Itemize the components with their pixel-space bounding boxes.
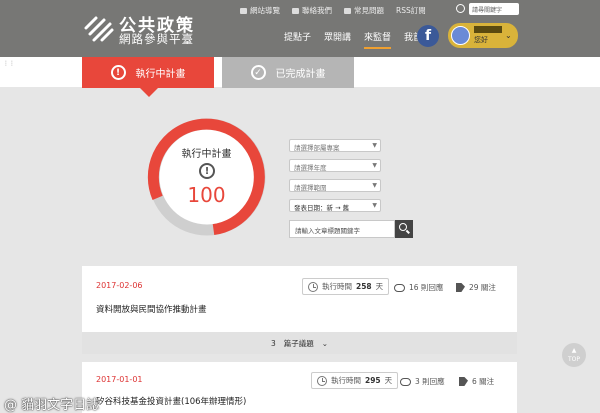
reply-count: 16 則回應 [394,282,443,293]
project-card[interactable]: 2017-02-06 執行時間 258 天 16 則回應 29 關注 資料開放與… [82,266,517,354]
tab-active-projects[interactable]: ! 執行中計畫 [82,57,214,97]
main-nav: 提點子 眾開講 來監督 我首長 [284,30,431,49]
project-title[interactable]: 矽谷科技基金投資計畫(106年辦理情形) [96,395,246,407]
project-card[interactable]: 2017-01-01 執行時間 295 天 3 則回應 6 關注 矽谷科技基金投… [82,362,517,413]
site-logo-icon[interactable] [82,10,116,44]
alert-icon: ! [199,163,215,179]
user-name-redacted [474,26,502,33]
mail-icon [292,7,299,14]
drag-handle-icon: ⋮⋮ [3,60,15,67]
history-icon [317,375,327,386]
sort-select[interactable]: 發表日期：新 → 舊 ▼ [289,199,381,212]
caret-down-icon: ▼ [372,202,377,209]
follow-count[interactable]: 6 關注 [459,376,494,387]
tag-icon [459,377,468,386]
comment-icon [400,377,411,386]
chevron-down-icon: ⌄ [321,338,329,348]
top-link-contact[interactable]: 聯絡我們 [292,5,332,16]
brand-subtitle[interactable]: 網路參與平臺 [119,31,194,47]
tab-active-label: 執行中計畫 [135,69,186,80]
top-link-rss[interactable]: RSS訂閱 [396,5,426,16]
reply-count: 3 則回應 [400,376,445,387]
active-project-count: 100 [187,183,226,207]
search-button[interactable] [395,220,413,238]
arrow-up-icon: ▲ [571,347,577,354]
check-icon: ✓ [250,65,266,80]
facebook-icon[interactable]: f [417,25,439,47]
back-to-top-button[interactable]: ▲ TOP [562,343,586,367]
tab-completed-label: 已完成計畫 [275,69,326,80]
nav-supervise[interactable]: 來監督 [364,30,392,49]
avatar [451,26,470,45]
sub-topics-toggle[interactable]: 3 篇子議題 ⌄ [82,332,517,354]
tab-completed-projects[interactable]: ✓ 已完成計畫 [222,57,354,88]
header-search: 請尋關鍵字 [456,3,519,15]
project-date: 2017-02-06 [96,281,143,290]
comment-icon [394,283,405,292]
project-date: 2017-01-01 [96,375,143,384]
donut-title: 執行中計畫 [181,149,232,160]
project-title[interactable]: 資料開放與民間協作推動計畫 [96,303,207,315]
nav-propose[interactable]: 提點子 [284,30,311,49]
top-links: 網站導覽 聯絡我們 常見問題 RSS訂閱 [240,5,426,16]
caret-down-icon: ▼ [372,182,377,189]
search-icon[interactable] [456,4,465,13]
alert-icon: ! [110,65,126,80]
top-link-faq[interactable]: 常見問題 [344,5,384,16]
duration-badge: 執行時間 258 天 [302,278,390,295]
sitemap-icon [240,7,247,14]
duration-badge: 執行時間 295 天 [311,372,399,389]
year-select[interactable]: 請選擇年度 ▼ [289,159,381,172]
nav-discuss[interactable]: 眾開講 [324,30,351,49]
user-menu[interactable]: 您好 ⌄ [448,23,518,48]
top-link-sitemap[interactable]: 網站導覽 [240,5,280,16]
site-header: 公共政策 網路參與平臺 網站導覽 聯絡我們 常見問題 RSS訂閱 請尋關鍵字 提… [0,0,600,57]
follow-count[interactable]: 29 關注 [456,282,496,293]
category-select[interactable]: 請選擇範圍 ▼ [289,179,381,192]
chevron-down-icon: ⌄ [505,31,512,40]
keyword-search-input[interactable]: 請輸入文章標題關鍵字 [289,220,395,238]
user-greeting: 您好 [474,36,488,44]
watermark: @ 貓羽文字日誌 [4,398,100,413]
question-icon [344,7,351,14]
caret-down-icon: ▼ [372,162,377,169]
tag-icon [456,283,465,292]
agency-select[interactable]: 請選擇部屬專案 ▼ [289,139,381,152]
header-search-input[interactable]: 請尋關鍵字 [469,3,519,15]
history-icon [308,281,318,292]
caret-down-icon: ▼ [372,142,377,149]
